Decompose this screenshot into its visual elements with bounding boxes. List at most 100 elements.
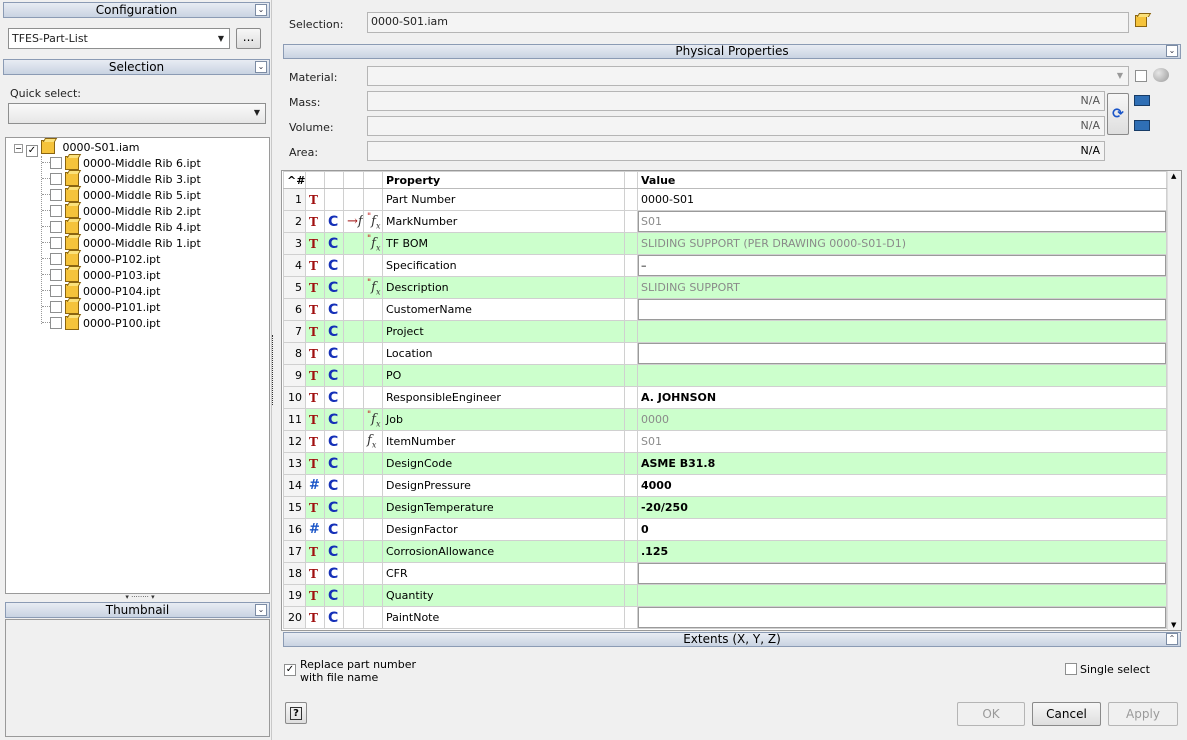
calculator-mass-icon[interactable] [1134,95,1150,106]
property-value[interactable]: S01 [637,430,1167,453]
formula2-cell[interactable] [363,540,383,563]
tree-item-checkbox[interactable] [50,189,62,201]
formula2-cell[interactable]: "fx [363,408,383,431]
configuration-more-button[interactable]: ... [236,28,261,49]
formula2-cell[interactable]: "fx [363,276,383,299]
formula-cell[interactable] [343,518,364,541]
property-value[interactable]: – [637,254,1167,277]
formula-active-icon[interactable]: "fx [367,279,380,297]
vertical-splitter[interactable] [272,335,276,405]
collapse-icon[interactable]: − [14,144,23,153]
grid-row[interactable]: 15 T C DesignTemperature -20/250 [283,496,1167,519]
tree-item-checkbox[interactable] [50,157,62,169]
value-column-header[interactable]: Value [637,171,1167,189]
formula2-cell[interactable] [363,562,383,585]
tree-item[interactable]: 0000-P101.ipt [42,300,160,316]
formula-cell[interactable] [343,452,364,475]
formula-active-icon[interactable]: "fx [367,213,380,231]
formula2-cell[interactable] [363,474,383,497]
tree-item[interactable]: 0000-Middle Rib 4.ipt [42,220,201,236]
chevron-down-icon[interactable]: ⌄ [255,61,267,73]
grid-row[interactable]: 9 T C PO [283,364,1167,387]
formula2-cell[interactable] [363,364,383,387]
formula2-cell[interactable] [363,342,383,365]
material-appearance-icon[interactable] [1153,68,1169,82]
scroll-down-arrow[interactable]: ▼ [1171,621,1176,629]
property-value[interactable] [637,342,1167,365]
formula-icon[interactable]: fx [367,433,376,450]
tree-item[interactable]: 0000-P104.ipt [42,284,160,300]
formula2-cell[interactable] [363,320,383,343]
tree-item-checkbox[interactable] [50,237,62,249]
property-value[interactable]: .125 [637,540,1167,563]
formula-active-icon[interactable]: "fx [367,235,380,253]
sort-column-header[interactable]: ^# [283,171,306,189]
tree-item-checkbox[interactable] [50,269,62,281]
scroll-up-arrow[interactable]: ▲ [1171,172,1176,180]
grid-row[interactable]: 11 T C "fx Job 0000 [283,408,1167,431]
formula2-cell[interactable]: fx [363,430,383,453]
help-button[interactable]: ? [285,702,307,724]
tree-item-checkbox[interactable] [50,221,62,233]
grid-row[interactable]: 4 T C Specification – [283,254,1167,277]
tree-item-checkbox[interactable] [50,285,62,297]
property-value[interactable]: 0000-S01 [637,188,1167,211]
grid-row[interactable]: 10 T C ResponsibleEngineer A. JOHNSON [283,386,1167,409]
property-value[interactable] [637,562,1167,585]
physical-properties-header[interactable]: Physical Properties ⌄ [283,44,1181,59]
grid-scrollbar[interactable]: ▲ ▼ [1167,171,1181,630]
formula2-cell[interactable] [363,254,383,277]
material-dropdown[interactable]: ▼ [367,66,1129,86]
tree-item-checkbox[interactable] [50,253,62,265]
chevron-down-icon[interactable]: ⌄ [255,4,267,16]
formula2-cell[interactable] [363,496,383,519]
formula2-cell[interactable] [363,518,383,541]
formula-cell[interactable] [343,408,364,431]
tree-item[interactable]: 0000-Middle Rib 2.ipt [42,204,201,220]
tree-root-checkbox[interactable]: ✓ [26,145,38,157]
formula2-cell[interactable] [363,606,383,629]
formula2-cell[interactable] [363,188,383,211]
replace-part-number-checkbox[interactable]: ✓ [284,664,296,676]
formula-cell[interactable] [343,496,364,519]
grid-row[interactable]: 3 T C "fx TF BOM SLIDING SUPPORT (PER DRAWING… [283,232,1167,255]
chevron-up-icon[interactable]: ⌃ [1166,633,1178,645]
property-value[interactable]: ASME B31.8 [637,452,1167,475]
formula-cell[interactable] [343,584,364,607]
assembly-select-icon[interactable] [1135,14,1151,30]
tree-item-checkbox[interactable] [50,205,62,217]
property-value[interactable] [637,320,1167,343]
grid-row[interactable]: 20 T C PaintNote [283,606,1167,629]
tree-item-checkbox[interactable] [50,301,62,313]
configuration-select[interactable]: TFES-Part-List ▼ [8,28,230,49]
tree-item[interactable]: 0000-Middle Rib 6.ipt [42,156,201,172]
formula-cell[interactable] [343,430,364,453]
apply-button[interactable]: Apply [1108,702,1178,726]
assembly-tree[interactable]: − ✓ 0000-S01.iam 0000-Middle Rib 6.ipt 000… [5,137,270,594]
property-value[interactable]: -20/250 [637,496,1167,519]
formula-cell[interactable] [343,386,364,409]
formula-cell[interactable] [343,188,364,211]
formula-cell[interactable] [343,540,364,563]
formula-active-icon[interactable]: "fx [367,411,380,429]
property-value[interactable]: 4000 [637,474,1167,497]
formula-cell[interactable] [343,320,364,343]
tree-item[interactable]: 0000-P100.ipt [42,316,160,332]
single-select-option[interactable]: Single select [1065,663,1175,676]
selection-header[interactable]: Selection ⌄ [3,59,270,75]
splitter-handle[interactable]: ▾ ········ ▾ [105,594,175,601]
single-select-checkbox[interactable] [1065,663,1077,675]
formula2-cell[interactable] [363,298,383,321]
grid-row[interactable]: 12 T Cfx ItemNumber S01 [283,430,1167,453]
tree-item-checkbox[interactable] [50,173,62,185]
formula-cell[interactable] [343,298,364,321]
grid-row[interactable]: 19 T C Quantity [283,584,1167,607]
calculator-volume-icon[interactable] [1134,120,1150,131]
grid-row[interactable]: 6 T C CustomerName [283,298,1167,321]
formula-cell[interactable] [343,342,364,365]
grid-row[interactable]: 2 T C →f "fx MarkNumber S01 [283,210,1167,233]
property-value[interactable]: A. JOHNSON [637,386,1167,409]
tree-item[interactable]: 0000-Middle Rib 3.ipt [42,172,201,188]
tree-item[interactable]: 0000-Middle Rib 5.ipt [42,188,201,204]
formula-cell[interactable] [343,562,364,585]
